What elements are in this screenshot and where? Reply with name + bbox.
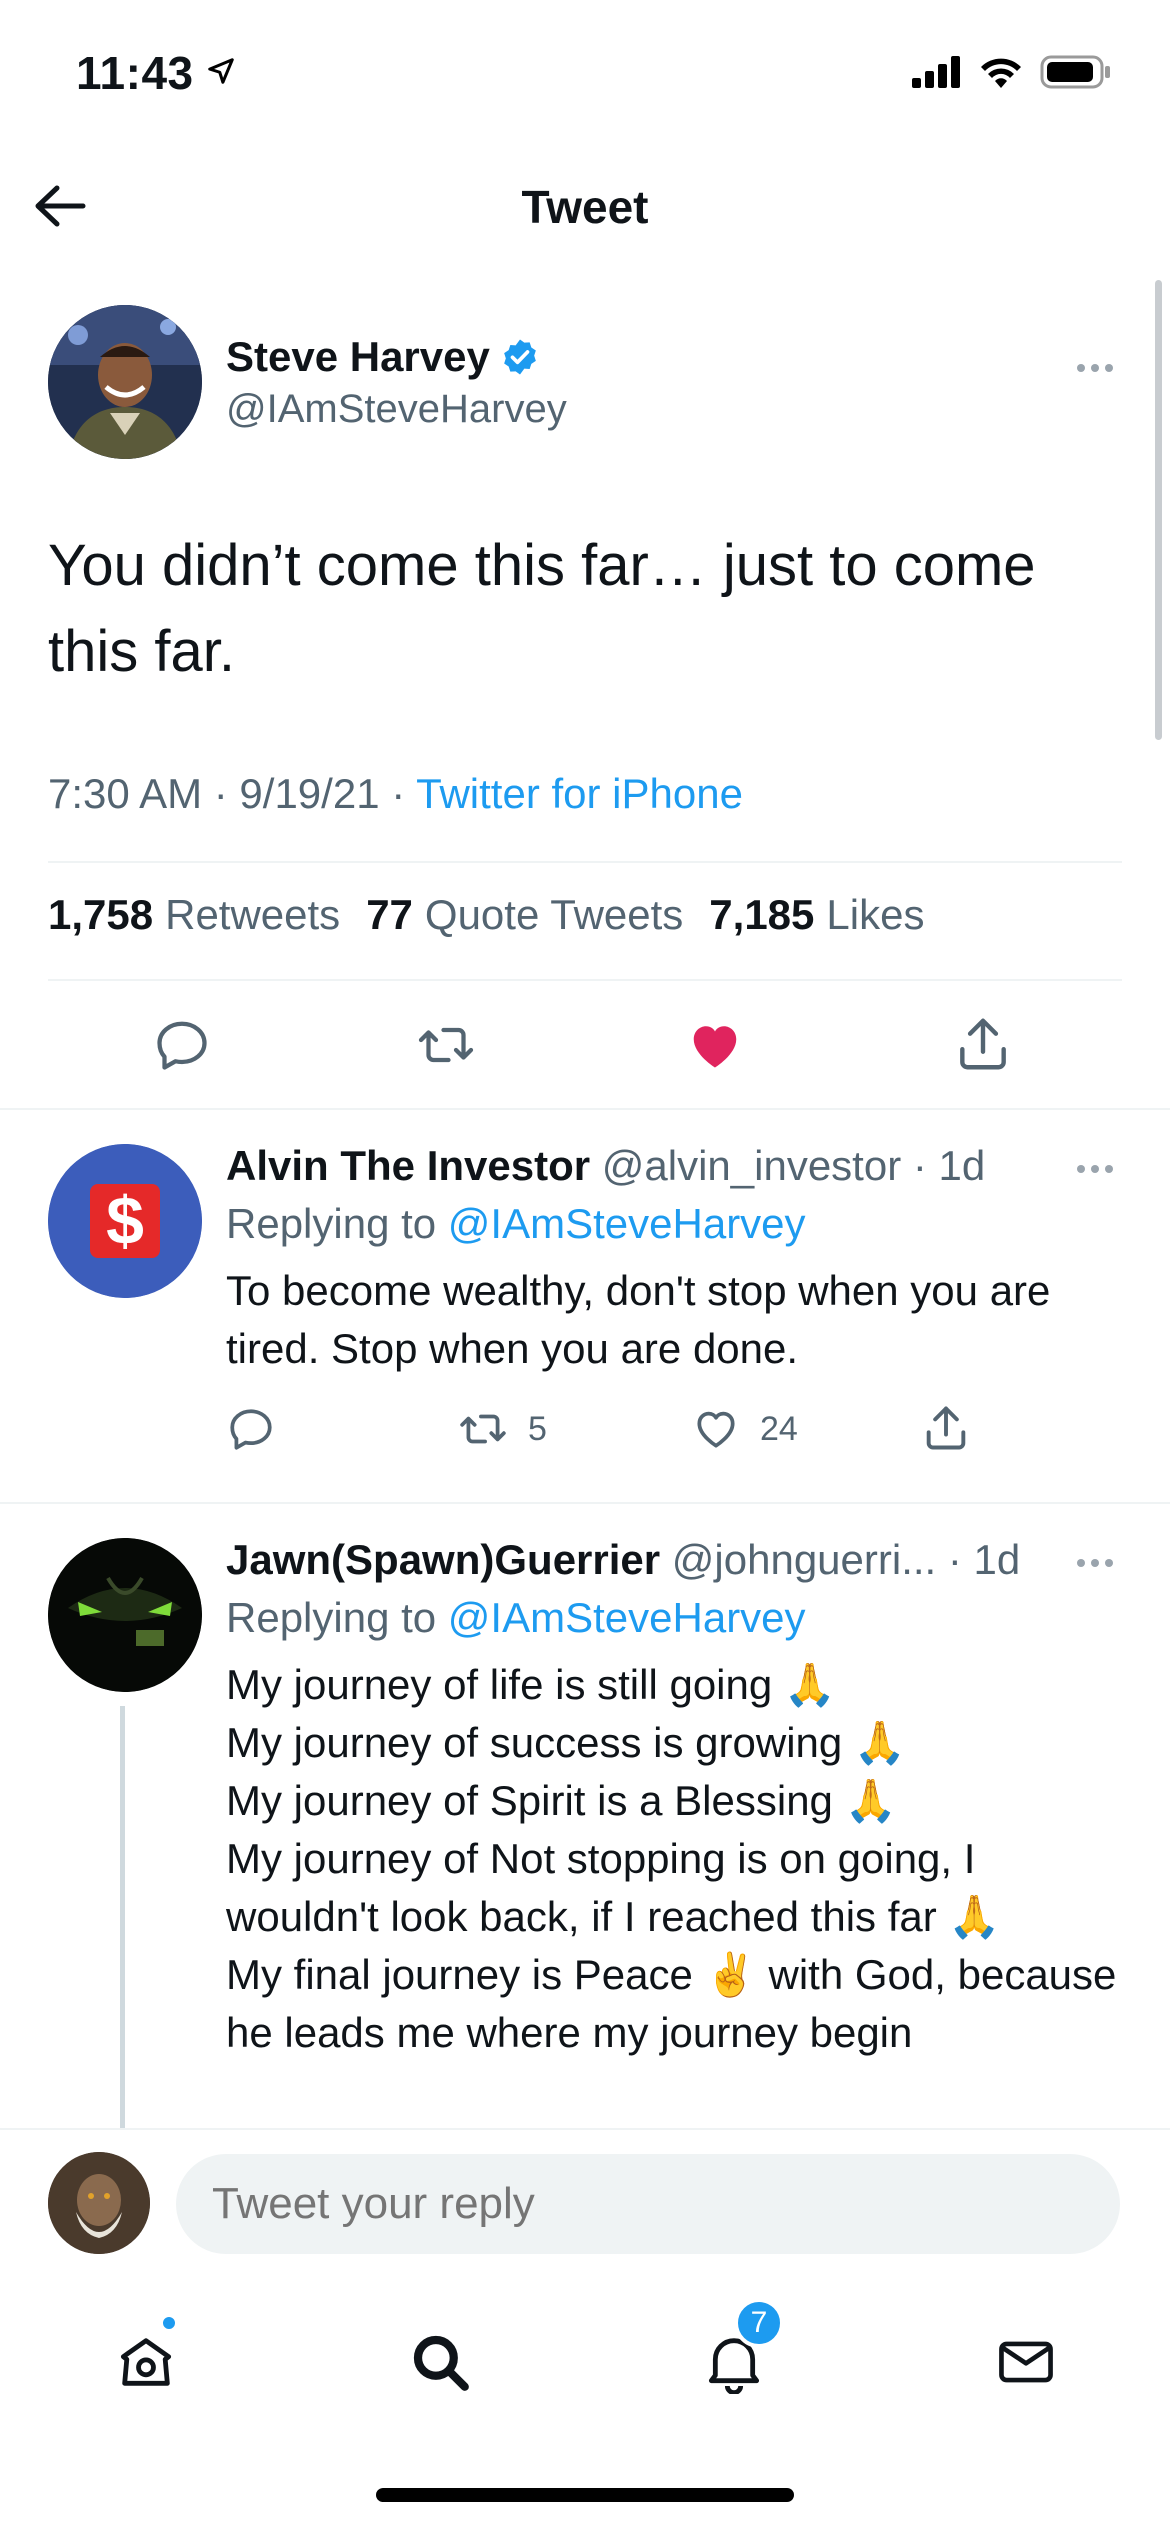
notifications-badge: 7 <box>734 2298 784 2348</box>
current-user-avatar[interactable] <box>48 2152 150 2254</box>
reply-author-handle[interactable]: @alvin_investor <box>602 1142 901 1189</box>
share-icon <box>926 1406 966 1450</box>
cellular-signal-icon <box>912 56 960 88</box>
nav-header: Tweet <box>0 160 1170 250</box>
author-name-text: Steve Harvey <box>226 333 490 380</box>
reply-retweet-count: 5 <box>528 1409 547 1448</box>
reply-icon <box>157 1021 207 1070</box>
retweet-icon <box>460 1414 506 1444</box>
reply-text: My journey of life is still going 🙏 My j… <box>226 1661 1117 2056</box>
quote-tweets-label: Quote Tweets <box>424 891 684 938</box>
tab-home[interactable] <box>96 2312 196 2412</box>
home-indicator[interactable] <box>376 2488 794 2502</box>
reply-age: · 1d <box>936 1536 1021 1583</box>
replying-to-mention[interactable]: @IAmSteveHarvey <box>448 1594 806 1641</box>
status-time: 11:43 <box>76 47 194 99</box>
retweet-icon <box>418 1027 474 1063</box>
reply-more-options-button[interactable] <box>1070 1548 1120 1578</box>
svg-text:$: $ <box>106 1183 144 1259</box>
reply-tweet[interactable]: Jawn(Spawn)Guerrier @johnguerri... · 1d … <box>0 1522 1170 2128</box>
tab-messages[interactable] <box>976 2312 1076 2412</box>
tab-search[interactable] <box>390 2312 490 2412</box>
quote-tweets-count: 77 <box>366 891 413 938</box>
replying-to-mention[interactable]: @IAmSteveHarvey <box>448 1200 806 1247</box>
reply-header: Alvin The Investor @alvin_investor · 1d <box>226 1142 985 1190</box>
author-avatar-image <box>48 305 202 459</box>
reply-header: Jawn(Spawn)Guerrier @johnguerri... · 1d <box>226 1536 1020 1584</box>
battery-icon <box>1040 55 1110 89</box>
quote-tweets-stat[interactable]: 77 Quote Tweets <box>366 891 683 939</box>
page-title: Tweet <box>521 181 649 233</box>
tweet-meta: 7:30 AM · 9/19/21 · Twitter for iPhone <box>48 770 743 818</box>
wifi-icon <box>981 58 1021 88</box>
likes-count: 7,185 <box>709 891 815 938</box>
reply-share-button[interactable] <box>920 1402 972 1454</box>
reply-reply-button[interactable] <box>226 1404 276 1454</box>
tweet-stats: 1,758 Retweets 77 Quote Tweets 7,185 Likes <box>48 891 924 939</box>
divider <box>0 1108 1170 1110</box>
dollar-avatar-image: $ <box>48 1144 202 1298</box>
like-outline-icon <box>697 1411 735 1448</box>
reply-like-button[interactable]: 24 <box>690 1404 798 1454</box>
tweet-text: You didn’t come this far… just to come t… <box>48 533 1036 684</box>
likes-stat[interactable]: 7,185 Likes <box>709 891 924 939</box>
replying-to-prefix: Replying to <box>226 1200 448 1247</box>
reply-tweet[interactable]: $ Alvin The Investor @alvin_investor · 1… <box>0 1128 1170 1500</box>
author-handle[interactable]: @IAmSteveHarvey <box>226 387 567 432</box>
like-button[interactable] <box>684 1015 746 1075</box>
divider <box>48 861 1122 863</box>
status-icons <box>912 54 1112 90</box>
like-filled-icon <box>693 1026 737 1068</box>
tweet-source-link[interactable]: Twitter for iPhone <box>416 770 743 817</box>
replying-to: Replying to @IAmSteveHarvey <box>226 1200 806 1248</box>
reply-input[interactable] <box>176 2154 1120 2254</box>
reply-text: To become wealthy, don't stop when you a… <box>226 1267 1051 1372</box>
share-button[interactable] <box>952 1013 1014 1075</box>
current-user-avatar-image <box>48 2152 150 2254</box>
retweets-count: 1,758 <box>48 891 154 938</box>
tweet-timestamp: 7:30 AM · 9/19/21 · <box>48 770 417 817</box>
status-bar: 11:43 <box>0 0 1170 150</box>
reply-author-handle[interactable]: @johnguerri... <box>672 1536 936 1583</box>
spawn-avatar-image <box>48 1538 202 1692</box>
search-icon <box>413 2335 469 2391</box>
reply-author-name[interactable]: Jawn(Spawn)Guerrier <box>226 1536 660 1583</box>
location-arrow-icon <box>208 58 234 84</box>
retweets-stat[interactable]: 1,758 Retweets <box>48 891 340 939</box>
tab-notifications[interactable]: 7 <box>684 2298 784 2412</box>
tweet-actions <box>0 1005 1170 1095</box>
reply-button[interactable] <box>152 1015 212 1075</box>
home-icon <box>120 2338 172 2386</box>
reply-avatar[interactable] <box>48 1538 202 1692</box>
verified-badge-icon <box>504 339 536 375</box>
replying-to-prefix: Replying to <box>226 1594 448 1641</box>
reply-more-options-button[interactable] <box>1070 1154 1120 1184</box>
author-avatar[interactable] <box>48 305 202 459</box>
divider <box>48 979 1122 981</box>
divider <box>0 1502 1170 1504</box>
thread-line <box>120 1706 125 2128</box>
retweets-label: Retweets <box>165 891 341 938</box>
share-icon <box>960 1018 1006 1070</box>
home-notification-dot <box>160 2314 178 2332</box>
reply-avatar[interactable]: $ <box>48 1144 202 1298</box>
reply-composer-bar <box>0 2128 1170 2268</box>
retweet-button[interactable] <box>414 1015 478 1075</box>
replying-to: Replying to @IAmSteveHarvey <box>226 1594 806 1642</box>
scrollbar[interactable] <box>1155 280 1162 740</box>
more-options-button[interactable] <box>1070 353 1120 383</box>
author-name[interactable]: Steve Harvey <box>226 333 540 381</box>
mail-icon <box>999 2341 1053 2383</box>
reply-icon <box>230 1409 272 1450</box>
reply-retweet-button[interactable]: 5 <box>456 1404 547 1454</box>
likes-label: Likes <box>826 891 925 938</box>
reply-like-count: 24 <box>760 1409 798 1448</box>
reply-age: · 1d <box>901 1142 986 1189</box>
reply-author-name[interactable]: Alvin The Investor <box>226 1142 590 1189</box>
